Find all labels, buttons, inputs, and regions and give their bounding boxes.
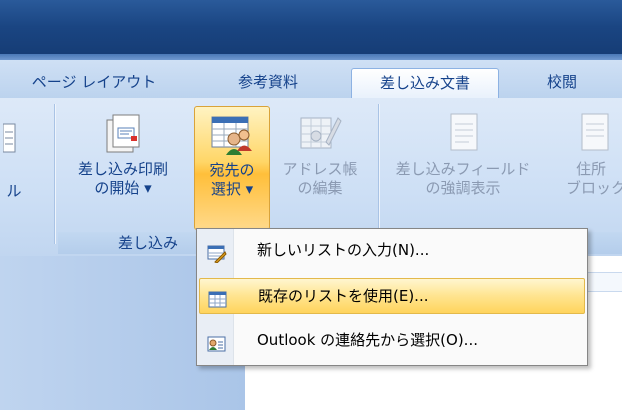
start-mail-merge-label-1: 差し込み印刷 bbox=[77, 160, 168, 178]
tab-mailings[interactable]: 差し込み文書 bbox=[351, 68, 499, 99]
tab-page-layout[interactable]: ページ レイアウト bbox=[14, 68, 174, 98]
tab-references[interactable]: 参考資料 bbox=[218, 68, 318, 98]
menu-item-label: 既存のリストを使用(E)... bbox=[258, 287, 429, 305]
address-block-label-2: ブロック bbox=[566, 179, 622, 197]
address-block-button[interactable]: 住所 ブロック bbox=[552, 112, 622, 230]
ribbon-tab-row: ページ レイアウト 参考資料 差し込み文書 校閲 bbox=[0, 60, 622, 99]
menu-item-label: 新しいリストの入力(N)... bbox=[257, 241, 430, 259]
window-title-bar bbox=[0, 0, 622, 60]
outlook-contacts-icon bbox=[207, 331, 227, 352]
select-recipients-dropdown: 新しいリストの入力(N)... 既存のリストを使用(E)... Outlook … bbox=[196, 228, 588, 366]
highlight-merge-fields-label-1: 差し込みフィールド bbox=[395, 160, 531, 178]
word-window: ページ レイアウト 参考資料 差し込み文書 校閲 ル 差し込み印刷 の開始 ▾ … bbox=[0, 0, 622, 410]
group-separator bbox=[378, 104, 379, 244]
menu-item-use-existing-list[interactable]: 既存のリストを使用(E)... bbox=[199, 278, 585, 314]
highlight-fields-icon bbox=[441, 112, 485, 156]
tab-review[interactable]: 校閲 bbox=[530, 68, 594, 98]
partial-ribbon-label: ル bbox=[6, 182, 22, 200]
address-block-icon bbox=[570, 112, 614, 156]
menu-item-type-new-list[interactable]: 新しいリストの入力(N)... bbox=[199, 233, 585, 269]
select-recipients-icon bbox=[210, 113, 254, 157]
start-mail-merge-label-2: の開始 ▾ bbox=[94, 179, 152, 197]
address-book-icon bbox=[298, 112, 342, 156]
highlight-merge-fields-label-2: の強調表示 bbox=[425, 179, 501, 197]
group-separator bbox=[54, 104, 55, 244]
new-list-icon bbox=[207, 241, 227, 264]
group-label-mail-merge: 差し込み bbox=[118, 234, 179, 252]
edit-recipient-list-button[interactable]: アドレス帳 の編集 bbox=[272, 112, 368, 230]
address-block-label-1: 住所 bbox=[576, 160, 607, 178]
edit-recipient-list-label-1: アドレス帳 bbox=[282, 160, 358, 178]
menu-item-label: Outlook の連絡先から選択(O)... bbox=[257, 331, 478, 349]
start-mail-merge-button[interactable]: 差し込み印刷 の開始 ▾ bbox=[58, 112, 188, 230]
select-recipients-label-2: 選択 ▾ bbox=[210, 180, 254, 198]
highlight-merge-fields-button[interactable]: 差し込みフィールド の強調表示 bbox=[388, 112, 538, 230]
document-icon bbox=[101, 112, 145, 156]
menu-item-outlook-contacts[interactable]: Outlook の連絡先から選択(O)... bbox=[199, 323, 585, 359]
existing-list-icon bbox=[208, 287, 228, 308]
partial-ribbon-icon bbox=[0, 118, 20, 158]
edit-recipient-list-label-2: の編集 bbox=[297, 179, 343, 197]
select-recipients-button[interactable]: 宛先の 選択 ▾ bbox=[194, 106, 270, 230]
select-recipients-label-1: 宛先の bbox=[209, 161, 255, 179]
